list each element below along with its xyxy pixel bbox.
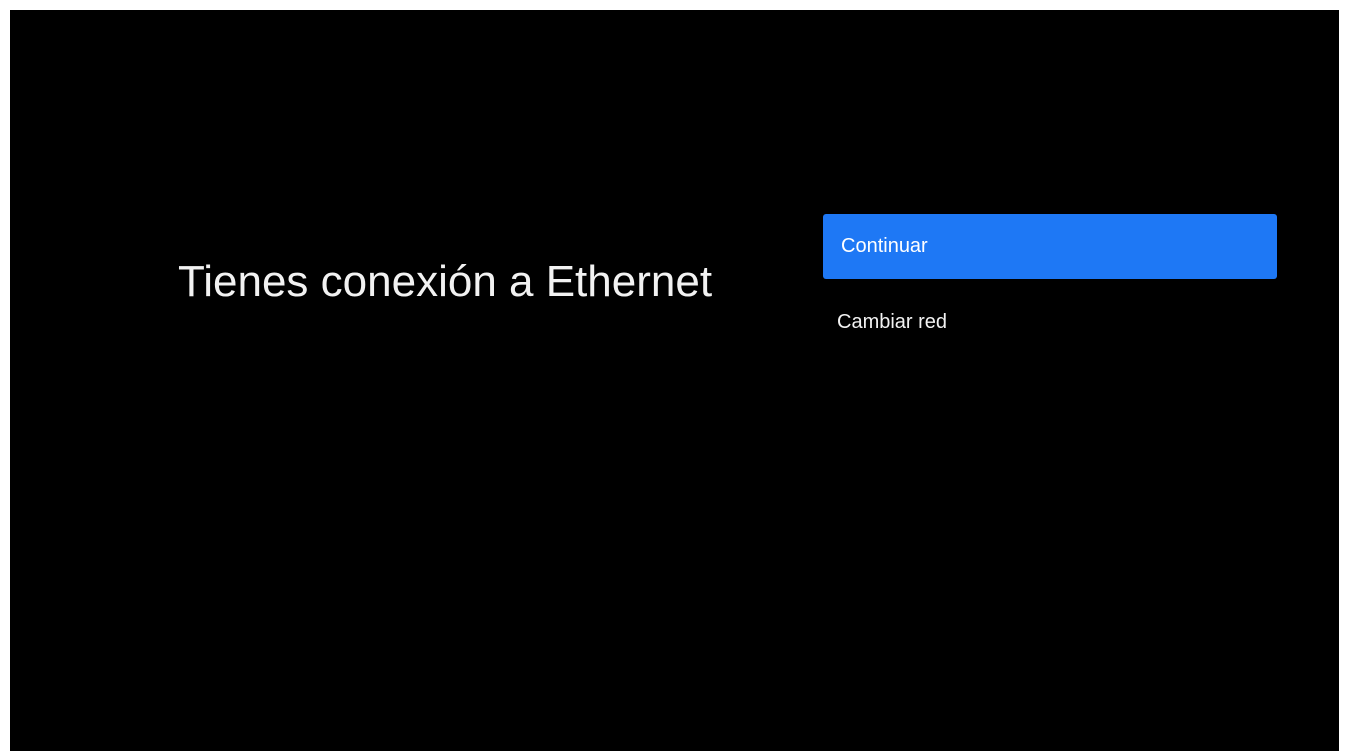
setup-screen: Tienes conexión a Ethernet Continuar Cam… xyxy=(10,10,1339,751)
options-list: Continuar Cambiar red xyxy=(823,214,1277,339)
page-title: Tienes conexión a Ethernet xyxy=(178,257,713,306)
continue-button[interactable]: Continuar xyxy=(823,214,1277,279)
change-network-button[interactable]: Cambiar red xyxy=(823,305,1277,339)
